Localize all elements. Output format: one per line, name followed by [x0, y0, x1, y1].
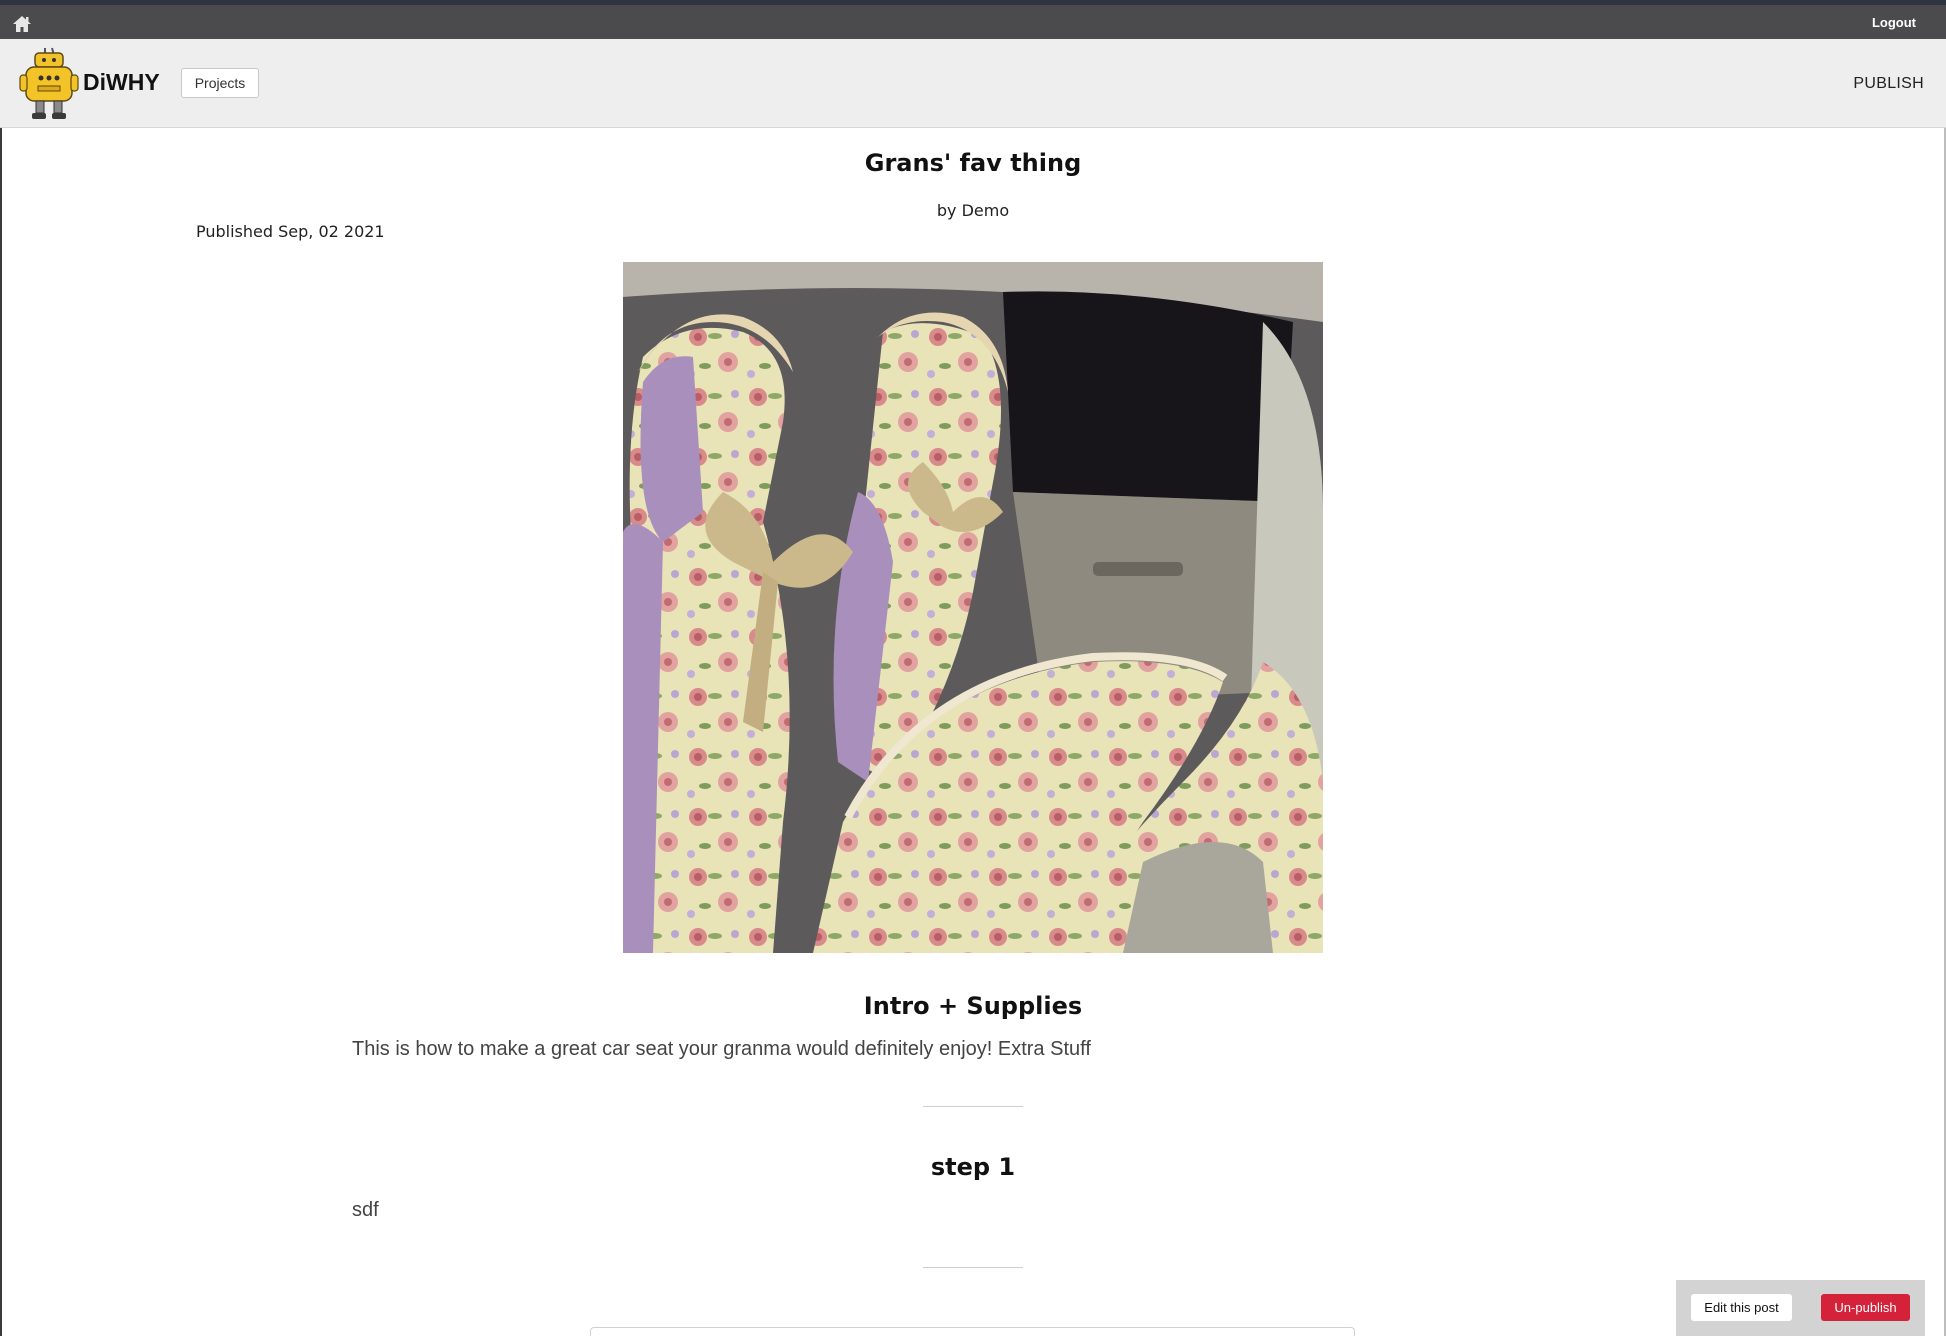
section-divider [923, 1106, 1023, 1107]
section-text: This is how to make a great car seat you… [352, 1038, 1091, 1060]
brand-name[interactable]: DiWHY [83, 69, 160, 96]
nav-bar: DiWHY Projects PUBLISH [0, 39, 1946, 128]
post-actions-panel: Edit this post Un-publish [1676, 1280, 1925, 1336]
section-divider [923, 1267, 1023, 1268]
section-text: sdf [352, 1199, 379, 1221]
comments-box [590, 1327, 1355, 1336]
section-title: Intro + Supplies [863, 992, 1083, 1020]
section-title: step 1 [930, 1153, 1016, 1181]
projects-button[interactable]: Projects [181, 68, 259, 98]
edit-post-button[interactable]: Edit this post [1691, 1294, 1792, 1321]
published-date: Published Sep, 02 2021 [196, 222, 385, 241]
robot-logo-icon[interactable] [18, 45, 80, 121]
home-icon[interactable] [12, 15, 32, 33]
publish-link[interactable]: PUBLISH [1853, 75, 1924, 93]
post-hero-image [623, 262, 1323, 953]
logout-link[interactable]: Logout [1872, 15, 1916, 30]
unpublish-button[interactable]: Un-publish [1821, 1294, 1910, 1321]
car-seat-photo [623, 262, 1323, 953]
top-bar: Logout [0, 0, 1946, 39]
post-title: Grans' fav thing [864, 149, 1082, 177]
post-author: by Demo [936, 201, 1010, 220]
